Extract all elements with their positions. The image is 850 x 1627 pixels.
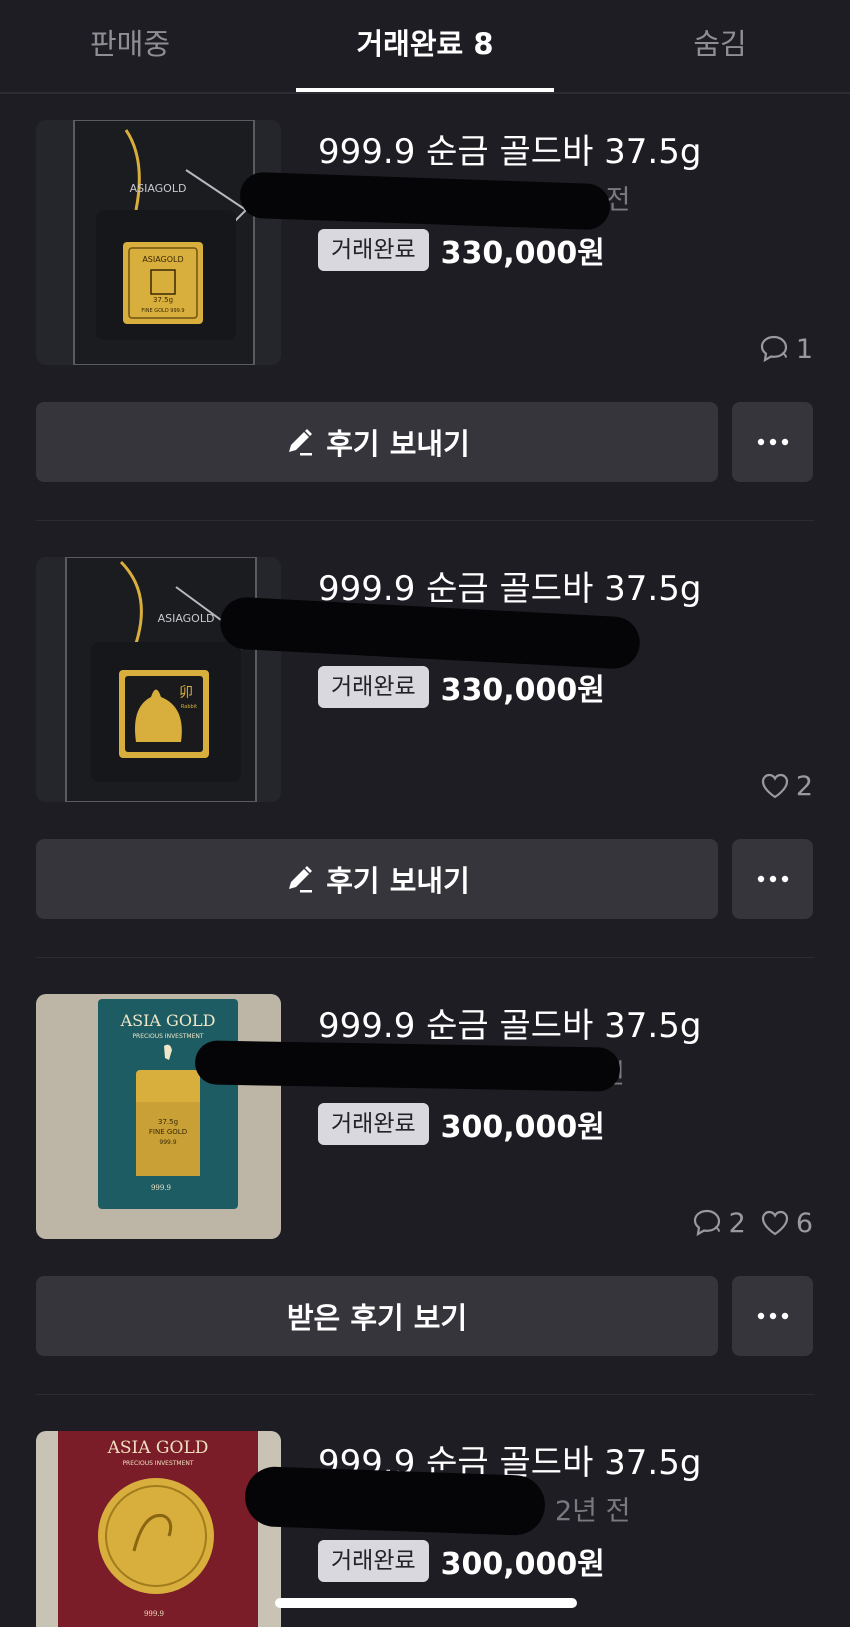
svg-text:ASIAGOLD: ASIAGOLD bbox=[158, 612, 215, 625]
redaction-mark bbox=[244, 1465, 546, 1537]
more-options-button[interactable] bbox=[732, 839, 813, 919]
item-price: 300,000원 bbox=[440, 1547, 605, 1582]
status-badge: 거래완료 bbox=[318, 229, 429, 271]
more-dots-icon bbox=[757, 875, 788, 883]
product-thumbnail[interactable]: ASIA GOLD PRECIOUS INVESTMENT 999.9 bbox=[36, 1431, 281, 1627]
item-title: 999.9 순금 골드바 37.5g bbox=[318, 1006, 702, 1046]
tab-bar: 판매중 거래완료 8 숨김 bbox=[0, 0, 850, 94]
status-badge: 거래완료 bbox=[318, 1540, 429, 1582]
tab-completed[interactable]: 거래완료 8 bbox=[296, 0, 554, 92]
pencil-icon bbox=[289, 866, 313, 893]
item-price: 330,000원 bbox=[440, 673, 605, 708]
svg-text:FINE GOLD 999.9: FINE GOLD 999.9 bbox=[141, 308, 184, 314]
send-review-label: 후기 보내기 bbox=[326, 864, 470, 898]
product-thumbnail[interactable]: ASIAGOLD 卯 Rabbit bbox=[36, 557, 281, 802]
svg-text:PRECIOUS INVESTMENT: PRECIOUS INVESTMENT bbox=[122, 1460, 193, 1467]
item-divider bbox=[36, 520, 814, 521]
list-item[interactable]: ASIAGOLD 卯 Rabbit 999.9 순금 골드바 37.5g 전 거… bbox=[0, 557, 850, 994]
status-badge: 거래완료 bbox=[318, 1103, 429, 1145]
active-tab-indicator bbox=[296, 88, 554, 92]
more-dots-icon bbox=[757, 438, 788, 446]
svg-text:999.9: 999.9 bbox=[159, 1139, 176, 1146]
svg-text:FINE GOLD: FINE GOLD bbox=[149, 1128, 187, 1136]
like-count: 6 bbox=[760, 1208, 813, 1239]
list-item[interactable]: ASIA GOLD PRECIOUS INVESTMENT 37.5g FINE… bbox=[0, 994, 850, 1431]
svg-text:ASIAGOLD: ASIAGOLD bbox=[130, 182, 187, 195]
svg-text:卯: 卯 bbox=[179, 685, 193, 701]
product-thumbnail[interactable]: ASIAGOLD ASIAGOLD 37.5g FINE GOLD 999.9 bbox=[36, 120, 281, 365]
item-stats: 1 bbox=[758, 332, 813, 366]
item-meta: 2년 전 bbox=[555, 1496, 631, 1527]
item-price: 300,000원 bbox=[440, 1110, 605, 1145]
home-indicator[interactable] bbox=[275, 1598, 577, 1608]
chat-bubble-icon bbox=[693, 1209, 720, 1237]
svg-text:ASIA GOLD: ASIA GOLD bbox=[120, 1011, 216, 1030]
svg-text:PRECIOUS INVESTMENT: PRECIOUS INVESTMENT bbox=[132, 1033, 203, 1040]
chat-count: 2 bbox=[691, 1208, 746, 1239]
item-title: 999.9 순금 골드바 37.5g bbox=[318, 569, 702, 609]
svg-text:37.5g: 37.5g bbox=[153, 296, 173, 304]
item-price: 330,000원 bbox=[440, 236, 605, 271]
tab-hidden[interactable]: 숨김 bbox=[660, 0, 780, 92]
chat-count-value: 1 bbox=[795, 333, 813, 365]
redaction-mark bbox=[194, 1040, 621, 1092]
svg-text:Rabbit: Rabbit bbox=[181, 704, 197, 710]
status-badge: 거래완료 bbox=[318, 666, 429, 708]
send-review-button[interactable]: 후기 보내기 bbox=[36, 402, 718, 482]
like-count-value: 2 bbox=[795, 770, 813, 802]
item-title: 999.9 순금 골드바 37.5g bbox=[318, 132, 702, 172]
svg-text:ASIAGOLD: ASIAGOLD bbox=[142, 255, 183, 264]
product-thumbnail[interactable]: ASIA GOLD PRECIOUS INVESTMENT 37.5g FINE… bbox=[36, 994, 281, 1239]
heart-icon bbox=[761, 1210, 788, 1236]
more-options-button[interactable] bbox=[732, 402, 813, 482]
like-count: 2 bbox=[760, 771, 813, 802]
send-review-label: 후기 보내기 bbox=[326, 427, 470, 461]
pencil-icon bbox=[289, 429, 313, 456]
item-stats: 2 bbox=[760, 769, 813, 803]
more-dots-icon bbox=[757, 1312, 788, 1320]
chat-count: 1 bbox=[758, 334, 813, 365]
svg-text:37.5g: 37.5g bbox=[158, 1118, 178, 1126]
view-received-review-button[interactable]: 받은 후기 보기 bbox=[36, 1276, 718, 1356]
item-divider bbox=[36, 1394, 814, 1395]
chat-bubble-icon bbox=[760, 335, 787, 363]
item-stats: 2 6 bbox=[691, 1206, 813, 1240]
svg-text:999.9: 999.9 bbox=[151, 1184, 171, 1192]
item-divider bbox=[36, 957, 814, 958]
view-received-review-label: 받은 후기 보기 bbox=[286, 1301, 468, 1335]
svg-text:999.9: 999.9 bbox=[144, 1610, 164, 1618]
tab-selling[interactable]: 판매중 bbox=[60, 0, 200, 92]
more-options-button[interactable] bbox=[732, 1276, 813, 1356]
like-count-value: 6 bbox=[795, 1207, 813, 1239]
list-item[interactable]: ASIAGOLD ASIAGOLD 37.5g FINE GOLD 999.9 … bbox=[0, 120, 850, 557]
send-review-button[interactable]: 후기 보내기 bbox=[36, 839, 718, 919]
chat-count-value: 2 bbox=[728, 1207, 746, 1239]
svg-text:ASIA GOLD: ASIA GOLD bbox=[107, 1438, 209, 1458]
heart-icon bbox=[761, 773, 788, 799]
